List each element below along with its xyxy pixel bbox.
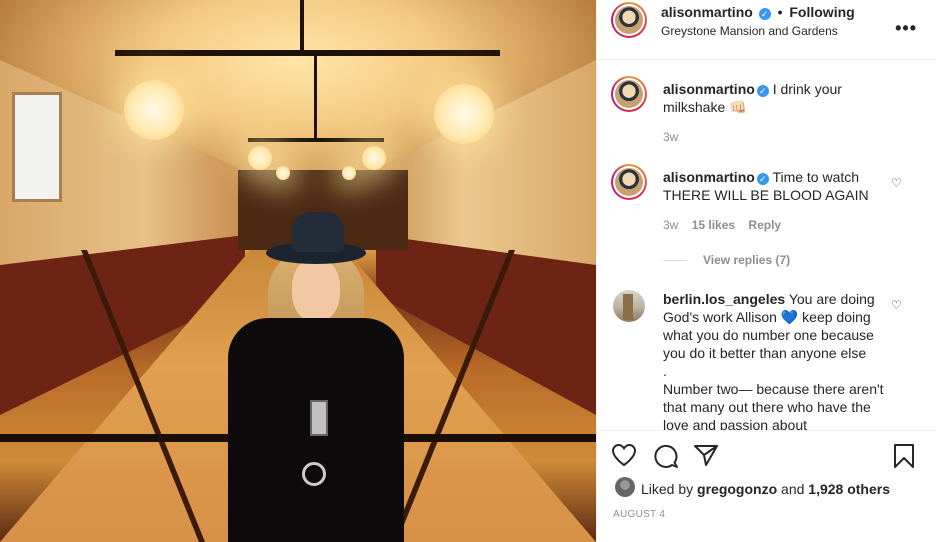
comment-meta: 3w 15 likes Reply (663, 218, 781, 232)
reply-button[interactable]: Reply (748, 218, 781, 232)
comment-text: alisonmartino ✓ I drink your milkshake 👊🏻 (663, 80, 885, 116)
photo-lamp (362, 146, 386, 170)
comment-username[interactable]: berlin.los_angeles (663, 291, 785, 307)
bookmark-icon[interactable] (893, 443, 915, 469)
comment-likes[interactable]: 15 likes (692, 218, 735, 232)
location-link[interactable]: Greystone Mansion and Gardens (661, 24, 838, 38)
emoji-blue-heart: 💙 (780, 309, 799, 325)
likes-prefix: Liked by (641, 481, 694, 497)
comment-like-heart-icon[interactable]: ♡ (891, 177, 903, 189)
post-header: alisonmartino ✓ • Following Greystone Ma… (597, 0, 936, 60)
photo-face (292, 258, 340, 322)
view-replies-button[interactable]: View replies (7) (663, 253, 790, 267)
header-title-row: alisonmartino ✓ • Following (661, 4, 855, 20)
following-button[interactable]: Following (789, 4, 854, 20)
likes-and: and (781, 481, 805, 497)
comment-time[interactable]: 3w (663, 218, 678, 232)
author-avatar[interactable] (611, 2, 647, 38)
comment-username[interactable]: alisonmartino (663, 169, 755, 185)
more-options-icon[interactable]: ••• (895, 18, 917, 39)
comment-body-cont: Number two— because there aren't that ma… (663, 381, 884, 430)
comment-body-dot: . (663, 363, 667, 379)
comment-avatar[interactable] (613, 290, 645, 322)
photo-lamp (248, 146, 272, 170)
emoji-fist: 👊🏻 (729, 99, 747, 115)
author-username[interactable]: alisonmartino (661, 4, 753, 20)
photo-lamp (124, 80, 184, 140)
photo-chandelier-rod (314, 55, 317, 140)
liker-avatar[interactable] (615, 477, 635, 497)
comment-text: alisonmartino ✓ Time to watch THERE WILL … (663, 168, 885, 204)
comment-text: berlin.los_angeles You are doing God's w… (663, 290, 885, 430)
likes-count[interactable]: 1,928 others (808, 481, 890, 497)
photo-hat (292, 212, 344, 252)
comment-time[interactable]: 3w (663, 130, 678, 144)
header-separator: • (777, 4, 783, 20)
comment-avatar[interactable] (611, 76, 647, 112)
photo-lamp (434, 84, 494, 144)
comments-list[interactable]: alisonmartino ✓ I drink your milkshake 👊🏻… (597, 60, 936, 430)
verified-badge-icon: ✓ (758, 8, 771, 20)
photo-chandelier-rod (300, 0, 304, 52)
post-date[interactable]: AUGUST 4 (613, 509, 665, 520)
post-side-panel: alisonmartino ✓ • Following Greystone Ma… (596, 0, 936, 542)
photo-window (12, 92, 62, 202)
comment-icon[interactable] (653, 443, 679, 469)
post-photo[interactable] (0, 0, 596, 542)
verified-badge-icon: ✓ (756, 85, 769, 97)
photo-lamp (342, 166, 356, 180)
heart-icon[interactable] (611, 443, 637, 467)
photo-chandelier-bar (115, 50, 500, 56)
comment-meta: 3w (663, 130, 678, 144)
photo-ring-pendant (302, 462, 326, 486)
likes-user[interactable]: gregogonzo (697, 481, 777, 497)
photo-lamp (276, 166, 290, 180)
comment-like-heart-icon[interactable]: ♡ (891, 299, 903, 311)
likes-summary[interactable]: Liked by gregogonzo and 1,928 others (641, 481, 890, 497)
post-actions: Liked by gregogonzo and 1,928 others AUG… (597, 430, 936, 542)
photo-person (220, 210, 410, 542)
comment-avatar[interactable] (611, 164, 647, 200)
verified-badge-icon: ✓ (756, 173, 769, 185)
comment-username[interactable]: alisonmartino (663, 81, 755, 97)
share-icon[interactable] (693, 443, 719, 467)
photo-necklace (310, 400, 328, 436)
